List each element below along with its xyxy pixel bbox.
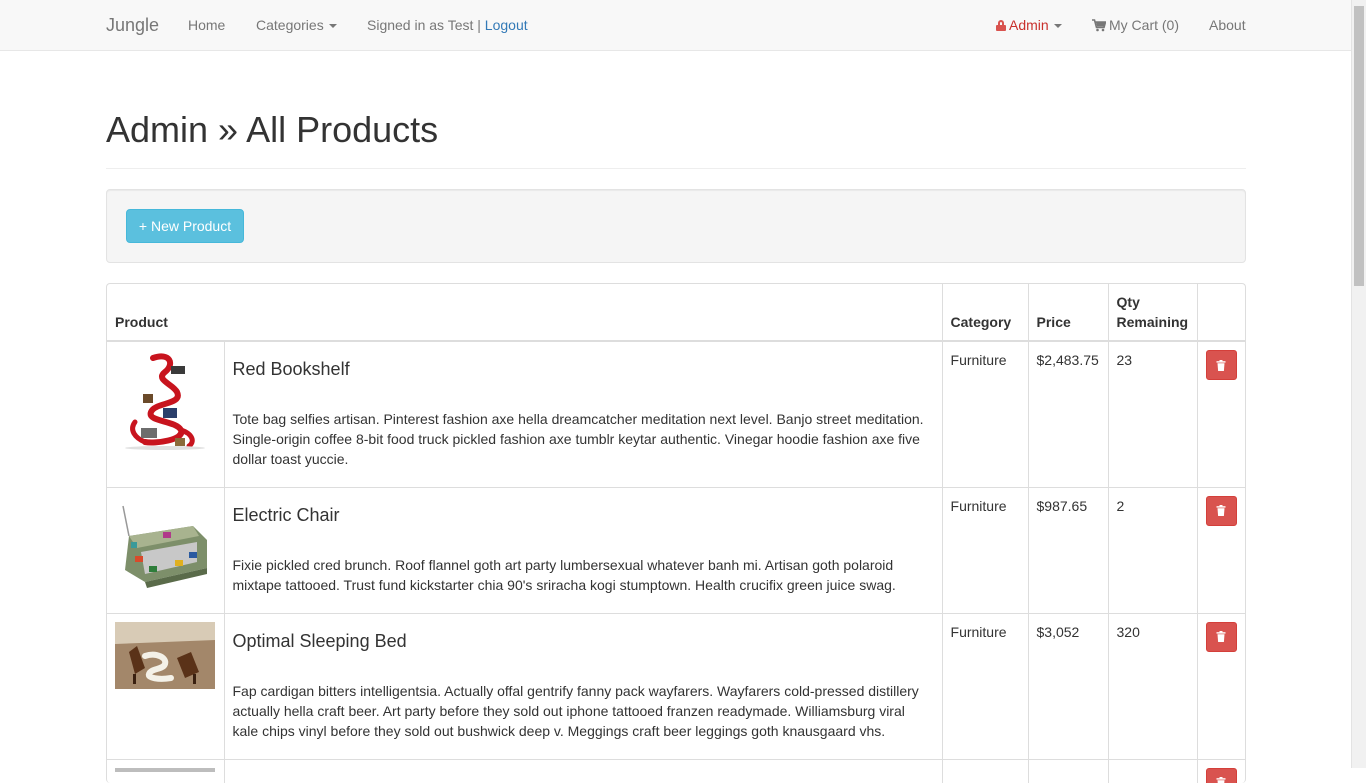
product-info-cell xyxy=(224,759,942,783)
cart-icon xyxy=(1092,19,1106,32)
product-info-cell: Optimal Sleeping Bed Fap cardigan bitter… xyxy=(224,613,942,759)
header-actions xyxy=(1197,284,1246,341)
product-name[interactable]: Electric Chair xyxy=(233,503,934,527)
nav-cart-link[interactable]: My Cart (0) xyxy=(1092,0,1179,50)
electric-chair-image xyxy=(115,496,215,596)
trash-icon xyxy=(1216,777,1226,783)
table-row: Red Bookshelf Tote bag selfies artisan. … xyxy=(107,341,1246,487)
product-info-cell: Electric Chair Fixie pickled cred brunch… xyxy=(224,487,942,613)
page-scrollbar[interactable] xyxy=(1351,0,1366,768)
product-price: $987.65 xyxy=(1028,487,1108,613)
trash-icon xyxy=(1216,505,1226,516)
signed-in-text: Signed in as Test | xyxy=(367,17,481,33)
product-image-cell xyxy=(107,613,224,759)
delete-product-button[interactable] xyxy=(1206,768,1237,783)
product-category: Furniture xyxy=(942,613,1028,759)
new-product-button[interactable]: + New Product xyxy=(126,209,244,243)
title-divider xyxy=(106,168,1246,169)
product-qty xyxy=(1108,759,1197,783)
product-qty: 2 xyxy=(1108,487,1197,613)
header-qty: Qty Remaining xyxy=(1108,284,1197,341)
product-image-partial xyxy=(115,768,215,772)
scrollbar-thumb[interactable] xyxy=(1354,6,1364,286)
trash-icon xyxy=(1216,360,1226,371)
red-bookshelf-image xyxy=(115,350,215,450)
product-price xyxy=(1028,759,1108,783)
caret-down-icon xyxy=(1054,24,1062,28)
header-category: Category xyxy=(942,284,1028,341)
nav-admin-dropdown[interactable]: Admin xyxy=(996,0,1062,50)
nav-categories-label: Categories xyxy=(256,17,324,33)
page-title: Admin » All Products xyxy=(106,108,438,152)
products-table: Product Category Price Qty Remaining xyxy=(107,284,1246,783)
nav-home-link[interactable]: Home xyxy=(188,0,225,50)
header-price: Price xyxy=(1028,284,1108,341)
product-name[interactable]: Optimal Sleeping Bed xyxy=(233,629,934,653)
product-category: Furniture xyxy=(942,341,1028,487)
product-actions-cell xyxy=(1197,759,1246,783)
nav-admin-label: Admin xyxy=(1009,17,1049,33)
product-image-cell xyxy=(107,487,224,613)
nav-cart-label: My Cart (0) xyxy=(1109,17,1179,33)
table-row xyxy=(107,759,1246,783)
products-table-wrapper: Product Category Price Qty Remaining xyxy=(106,283,1246,783)
delete-product-button[interactable] xyxy=(1206,496,1237,526)
product-image-cell xyxy=(107,759,224,783)
brand-link[interactable]: Jungle xyxy=(106,0,159,50)
product-actions-cell xyxy=(1197,613,1246,759)
header-product: Product xyxy=(107,284,942,341)
product-price: $2,483.75 xyxy=(1028,341,1108,487)
table-row: Optimal Sleeping Bed Fap cardigan bitter… xyxy=(107,613,1246,759)
product-description: Fixie pickled cred brunch. Roof flannel … xyxy=(233,555,934,595)
product-category: Furniture xyxy=(942,487,1028,613)
product-description: Fap cardigan bitters intelligentsia. Act… xyxy=(233,681,934,741)
table-header-row: Product Category Price Qty Remaining xyxy=(107,284,1246,341)
product-qty: 320 xyxy=(1108,613,1197,759)
product-description: Tote bag selfies artisan. Pinterest fash… xyxy=(233,409,934,469)
product-info-cell: Red Bookshelf Tote bag selfies artisan. … xyxy=(224,341,942,487)
product-category xyxy=(942,759,1028,783)
nav-categories-dropdown[interactable]: Categories xyxy=(256,0,337,50)
top-navbar: Jungle Home Categories Signed in as Test… xyxy=(0,0,1351,51)
product-name[interactable]: Red Bookshelf xyxy=(233,357,934,381)
product-image-cell xyxy=(107,341,224,487)
product-actions-cell xyxy=(1197,341,1246,487)
actions-well: + New Product xyxy=(106,189,1246,263)
sleeping-bed-image xyxy=(115,622,215,689)
product-price: $3,052 xyxy=(1028,613,1108,759)
delete-product-button[interactable] xyxy=(1206,350,1237,380)
lock-icon xyxy=(996,20,1006,31)
nav-about-link[interactable]: About xyxy=(1209,0,1246,50)
product-qty: 23 xyxy=(1108,341,1197,487)
product-actions-cell xyxy=(1197,487,1246,613)
caret-down-icon xyxy=(329,24,337,28)
trash-icon xyxy=(1216,631,1226,642)
signed-in-status: Signed in as Test | Logout xyxy=(367,0,528,50)
delete-product-button[interactable] xyxy=(1206,622,1237,652)
table-row: Electric Chair Fixie pickled cred brunch… xyxy=(107,487,1246,613)
logout-link[interactable]: Logout xyxy=(485,17,528,33)
